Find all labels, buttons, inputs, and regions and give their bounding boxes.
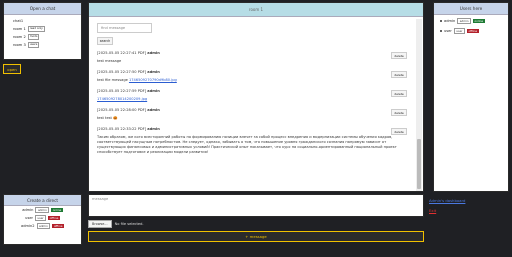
message-header: [2025-05-05 22:33:22 PDF] admin xyxy=(97,127,407,131)
chat-panel: room 1 find message search [2025-05-05 2… xyxy=(88,2,424,192)
message-author: admin xyxy=(147,51,160,55)
file-status: No file selected. xyxy=(114,222,144,226)
users-panel: Users here admin admin online user user … xyxy=(433,2,509,192)
chat-tag: read only xyxy=(27,26,45,32)
message-author: admin xyxy=(147,70,160,74)
chat-list: chat1 room 1 read only room 2 mods room … xyxy=(4,15,81,51)
direct-user-item[interactable]: admin2 admin offline xyxy=(4,222,81,230)
role-badge: admin xyxy=(457,18,472,24)
send-message-button[interactable]: + message xyxy=(88,231,424,242)
user-name: user xyxy=(444,29,452,33)
message-meta: [2025-05-05 22:27:50 PDF] xyxy=(97,70,147,74)
message-header: [2025-05-05 22:27:50 PDF] admin xyxy=(97,70,407,74)
message-meta: [2025-05-05 22:27:59 PDF] xyxy=(97,89,147,93)
message-text: test test 🎃 xyxy=(97,116,118,120)
browse-button[interactable]: Browse... xyxy=(88,220,112,228)
message-author: admin xyxy=(147,89,160,93)
user-name: admin xyxy=(22,208,34,212)
chat-name: room 3 xyxy=(13,43,26,47)
message-item: [2025-05-05 22:27:59 PDF] admin 17465092… xyxy=(97,89,407,102)
message-meta: [2025-05-05 22:33:22 PDF] xyxy=(97,127,147,131)
room-user-item: admin admin online xyxy=(434,17,508,25)
message-header: [2025-05-05 22:28:00 PDF] admin xyxy=(97,108,407,112)
direct-user-item[interactable]: admin admin online xyxy=(4,206,81,214)
message-item: [2025-05-05 22:27:41 PDF] admin test mes… xyxy=(97,51,407,64)
file-link[interactable]: 1746509270790d9b80.jpg xyxy=(129,78,177,82)
file-link[interactable]: 1746509278014200209.jpg xyxy=(97,97,147,101)
room-user-item: user user offline xyxy=(434,27,508,35)
status-badge: online xyxy=(51,208,63,212)
message-text-content: test file message xyxy=(97,78,129,82)
role-badge: user xyxy=(453,28,465,34)
create-direct-panel: Create a direct admin admin online user … xyxy=(3,194,82,245)
message-meta: [2025-05-05 22:27:41 PDF] xyxy=(97,51,147,55)
bullet-icon xyxy=(440,20,442,22)
chat-tag: users xyxy=(27,42,40,48)
message-text: test message xyxy=(97,59,122,63)
chat-item[interactable]: chat1 xyxy=(4,17,81,25)
status-badge: offline xyxy=(466,29,479,33)
file-input-row: Browse... No file selected. xyxy=(88,219,424,229)
status-badge: online xyxy=(473,19,485,23)
create-direct-header: Create a direct xyxy=(4,195,81,206)
message-list: find message search [2025-05-05 22:27:41… xyxy=(89,17,415,192)
user-name: admin2 xyxy=(21,224,35,228)
status-badge: offline xyxy=(48,216,60,220)
user-name: admin xyxy=(444,19,456,23)
delete-button[interactable]: delete xyxy=(391,71,407,78)
message-text: test file message 1746509270790d9b80.jpg xyxy=(97,78,407,83)
open-chat-header: Open a chat xyxy=(4,3,81,15)
delete-button[interactable]: delete xyxy=(391,128,407,135)
chat-item[interactable]: room 1 read only xyxy=(4,25,81,33)
open-chat-button[interactable]: open xyxy=(3,64,21,74)
message-author: admin xyxy=(147,108,160,112)
user-name: user xyxy=(25,216,34,220)
chat-name: room 1 xyxy=(13,27,26,31)
admin-dashboard-link[interactable]: Admin's dashboard xyxy=(429,198,465,203)
message-author: admin xyxy=(147,127,160,131)
message-item: [2025-05-05 22:27:50 PDF] admin test fil… xyxy=(97,70,407,83)
search-input[interactable]: find message xyxy=(97,23,152,33)
message-scrollbar[interactable] xyxy=(416,19,422,191)
direct-user-item[interactable]: user user offline xyxy=(4,214,81,222)
users-header: Users here xyxy=(434,3,508,15)
message-text: 1746509278014200209.jpg xyxy=(97,97,407,102)
chat-tag: mods xyxy=(27,34,40,40)
status-badge: offline xyxy=(52,224,64,228)
chat-item[interactable]: room 3 users xyxy=(4,41,81,49)
scrollbar-thumb[interactable] xyxy=(417,139,421,189)
chat-item[interactable]: room 2 mods xyxy=(4,33,81,41)
chat-name: room 2 xyxy=(13,35,26,39)
delete-button[interactable]: delete xyxy=(391,90,407,97)
role-badge: user xyxy=(35,215,47,221)
message-item: [2025-05-05 22:33:22 PDF] admin Таким об… xyxy=(97,127,407,155)
message-meta: [2025-05-05 22:28:00 PDF] xyxy=(97,108,147,112)
exit-link[interactable]: Exit xyxy=(429,208,436,213)
chat-name: chat1 xyxy=(13,19,24,23)
message-text: Таким образом, же кого всесторонний рабо… xyxy=(97,135,397,154)
delete-button[interactable]: delete xyxy=(391,109,407,116)
open-chat-panel: Open a chat chat1 room 1 read only room … xyxy=(3,2,82,60)
search-button[interactable]: search xyxy=(97,37,113,45)
role-badge: admin xyxy=(36,223,51,229)
message-item: [2025-05-05 22:28:00 PDF] admin test tes… xyxy=(97,108,407,121)
bullet-icon xyxy=(440,30,442,32)
chat-header: room 1 xyxy=(89,3,423,17)
message-textarea[interactable]: message xyxy=(88,194,424,217)
message-header: [2025-05-05 22:27:59 PDF] admin xyxy=(97,89,407,93)
message-header: [2025-05-05 22:27:41 PDF] admin xyxy=(97,51,407,55)
role-badge: admin xyxy=(35,207,50,213)
delete-button[interactable]: delete xyxy=(391,52,407,59)
